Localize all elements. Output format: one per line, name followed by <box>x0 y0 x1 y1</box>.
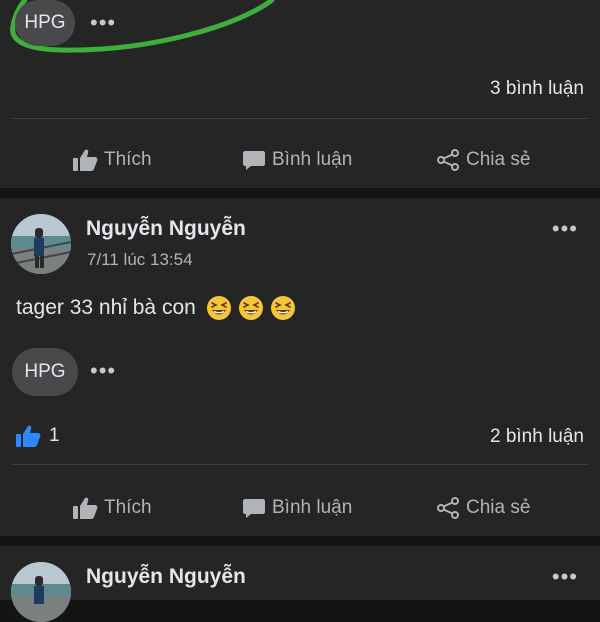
action-bar: Thích Bình luận Chia sẻ <box>0 140 600 180</box>
post-timestamp[interactable]: 7/11 lúc 13:54 <box>87 250 193 270</box>
post-text-content: tager 33 nhỉ bà con <box>16 296 196 319</box>
post-card-2: Nguyễn Nguyễn 7/11 lúc 13:54 ••• tager 3… <box>0 198 600 536</box>
avatar[interactable] <box>11 214 71 274</box>
more-options-icon[interactable]: ••• <box>552 218 578 240</box>
thumbs-up-icon <box>73 497 98 519</box>
comment-label: Bình luận <box>272 149 353 170</box>
author-name[interactable]: Nguyễn Nguyễn <box>86 217 246 241</box>
laughing-emoji-icon <box>206 296 231 320</box>
laughing-emoji-icon <box>270 296 295 320</box>
more-options-icon[interactable]: ••• <box>90 12 116 34</box>
like-button[interactable]: Thích <box>72 488 152 528</box>
thumbs-up-icon <box>73 149 98 171</box>
likes-count: 1 <box>49 425 60 446</box>
divider <box>12 118 588 119</box>
comment-icon <box>243 499 265 518</box>
comment-button[interactable]: Bình luận <box>242 488 352 528</box>
comment-icon <box>243 151 265 170</box>
more-options-icon[interactable]: ••• <box>90 360 116 382</box>
laughing-emoji-icon <box>238 296 263 320</box>
share-label: Chia sẻ <box>466 149 531 170</box>
share-button[interactable]: Chia sẻ <box>436 488 530 528</box>
author-name[interactable]: Nguyễn Nguyễn <box>86 565 246 589</box>
comment-label: Bình luận <box>272 497 353 518</box>
post-card-1: HPG ••• 3 bình luận Thích Bình luận Chia… <box>0 0 600 188</box>
more-options-icon[interactable]: ••• <box>552 566 578 588</box>
hashtag-chip[interactable]: HPG <box>12 348 78 396</box>
post-text: tager 33 nhỉ bà con <box>16 295 296 321</box>
share-icon <box>437 149 459 171</box>
share-button[interactable]: Chia sẻ <box>436 140 530 180</box>
hashtag-chip[interactable]: HPG <box>15 0 75 46</box>
avatar[interactable] <box>11 562 71 622</box>
emoji-row <box>206 295 296 321</box>
reactions-summary[interactable]: 1 <box>15 424 60 448</box>
comment-button[interactable]: Bình luận <box>242 140 352 180</box>
hashtag-label: HPG <box>24 361 66 382</box>
share-icon <box>437 497 459 519</box>
comments-count[interactable]: 3 bình luận <box>490 78 584 100</box>
post-card-3: Nguyễn Nguyễn ••• <box>0 546 600 622</box>
hashtag-label: HPG <box>24 12 66 33</box>
like-label: Thích <box>104 497 152 518</box>
divider <box>12 464 588 465</box>
like-button[interactable]: Thích <box>72 140 152 180</box>
action-bar: Thích Bình luận Chia sẻ <box>0 488 600 528</box>
share-label: Chia sẻ <box>466 497 531 518</box>
comments-count[interactable]: 2 bình luận <box>490 426 584 448</box>
like-reaction-icon <box>16 425 41 447</box>
avatar-image <box>11 562 71 622</box>
like-label: Thích <box>104 149 152 170</box>
avatar-image <box>11 214 71 274</box>
